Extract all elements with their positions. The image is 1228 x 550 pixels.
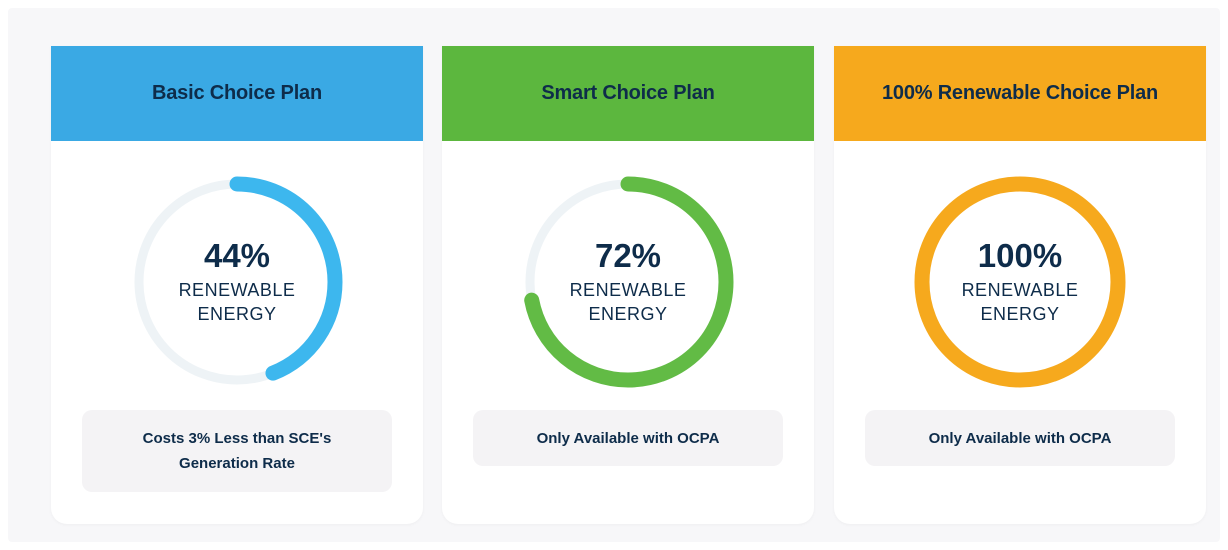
renewable-label-line1: RENEWABLE xyxy=(178,280,296,300)
plan-card-renewable: 100% Renewable Choice Plan 100% RENEWABL… xyxy=(834,46,1206,524)
renewable-percent: 44% xyxy=(203,237,271,274)
plan-header-renewable: 100% Renewable Choice Plan xyxy=(834,46,1206,141)
plan-note-line1: Costs 3% Less than SCE's xyxy=(142,430,332,447)
plan-note: Only Available with OCPA xyxy=(865,410,1175,466)
renewable-label-line2: ENERGY xyxy=(980,304,1060,324)
renewable-progress-ring: 72% RENEWABLE ENERGY xyxy=(520,174,736,390)
renewable-percent: 100% xyxy=(977,237,1063,274)
plan-header-smart: Smart Choice Plan xyxy=(442,46,814,141)
plan-note-line2: Generation Rate xyxy=(179,455,295,472)
renewable-label-line1: RENEWABLE xyxy=(961,280,1079,300)
renewable-label-line1: RENEWABLE xyxy=(569,280,687,300)
plan-note: Costs 3% Less than SCE's Generation Rate xyxy=(82,410,392,492)
renewable-label-line2: ENERGY xyxy=(588,304,668,324)
plan-header-basic: Basic Choice Plan xyxy=(51,46,423,141)
renewable-progress-ring: 100% RENEWABLE ENERGY xyxy=(912,174,1128,390)
renewable-label-line2: ENERGY xyxy=(197,304,277,324)
plan-card-basic: Basic Choice Plan 44% RENEWABLE ENERGY C… xyxy=(51,46,423,524)
plan-title: Smart Choice Plan xyxy=(541,82,715,104)
plan-note: Only Available with OCPA xyxy=(473,410,783,466)
plan-title: 100% Renewable Choice Plan xyxy=(881,82,1159,104)
plan-card-smart: Smart Choice Plan 72% RENEWABLE ENERGY O… xyxy=(442,46,814,524)
renewable-percent: 72% xyxy=(594,237,662,274)
plan-note-line1: Only Available with OCPA xyxy=(536,429,720,447)
plan-title: Basic Choice Plan xyxy=(152,82,322,104)
renewable-progress-ring: 44% RENEWABLE ENERGY xyxy=(129,174,345,390)
plan-note-line1: Only Available with OCPA xyxy=(928,429,1112,447)
